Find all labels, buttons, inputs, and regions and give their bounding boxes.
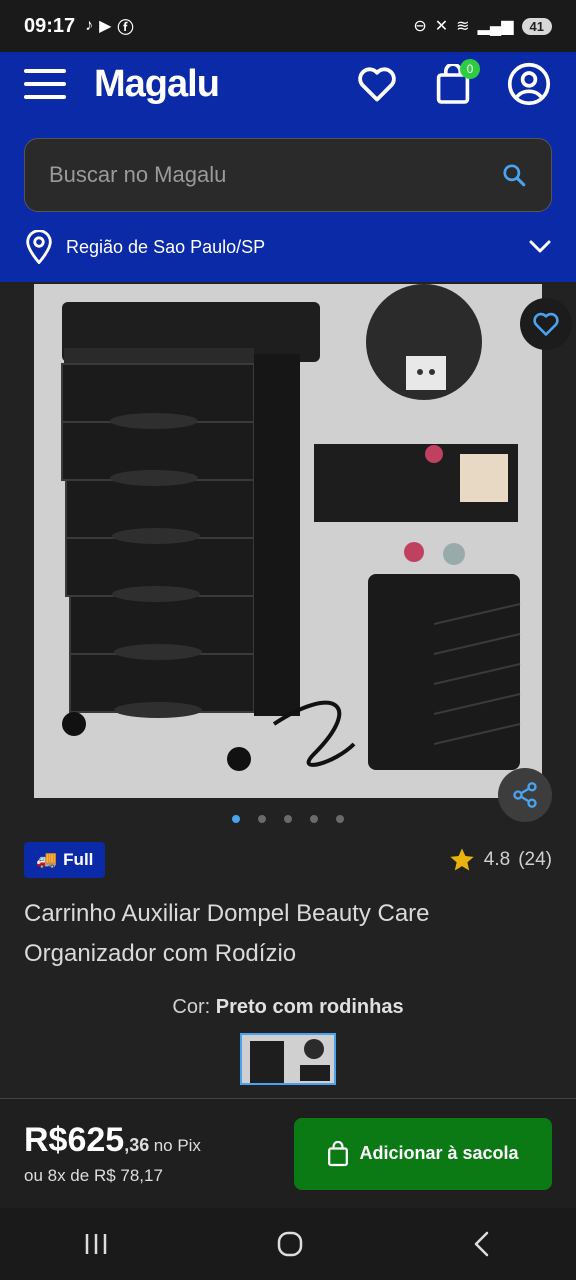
region-selector[interactable]: Região de Sao Paulo/SP [24,212,552,282]
facebook-icon: ⓕ [117,20,134,37]
gallery-pagination [0,804,576,834]
color-value: Preto com rodinhas [215,996,404,1018]
dnd-icon: ⊖ [413,18,427,35]
share-icon[interactable] [498,768,552,822]
system-nav-bar [0,1208,576,1280]
star-icon [450,848,474,871]
status-time: 09:17 [24,14,76,37]
search-input[interactable]: Buscar no Magalu [24,138,552,212]
status-bar: 09:17 ♪ ▶ ⓕ ⊖ ✕ ≋ ▂▄▆ 41 [0,0,576,52]
rating-value: 4.8 [483,849,511,870]
gallery-dot[interactable] [310,815,318,823]
wifi-icon: ≋ [456,18,470,35]
price-main: R$625 [24,1121,125,1159]
review-count: (24) [518,849,552,870]
home-icon[interactable] [276,1230,304,1258]
youtube-icon: ▶ [99,18,112,35]
back-icon[interactable] [471,1230,493,1258]
bag-icon[interactable]: 0 [430,59,480,107]
signal-icon: ▂▄▆ [477,18,514,35]
magalu-logo[interactable]: Magalu [94,63,324,106]
top-nav: Magalu 0 [24,52,552,116]
product-image[interactable] [34,284,542,798]
gallery-dot[interactable] [284,815,292,823]
menu-icon[interactable] [24,69,66,99]
full-badge-label: Full [63,850,94,869]
color-variant-thumbnail[interactable] [240,1033,336,1085]
product-title: Carrinho Auxiliar Dompel Beauty Care Org… [24,900,430,967]
gallery-dot[interactable] [258,815,266,823]
wishlist-heart-icon[interactable] [354,61,400,107]
truck-icon: 🚚 [36,850,58,869]
full-badge: 🚚 Full [24,842,106,878]
price-pix-label: no Pix [153,1136,201,1155]
chevron-down-icon[interactable] [528,239,552,255]
account-icon[interactable] [506,61,552,107]
price-block: R$625,36 no Pix ou 8x de R$ 78,17 [24,1121,201,1186]
location-pin-icon [26,230,52,264]
purchase-bar: R$625,36 no Pix ou 8x de R$ 78,17 Adicio… [0,1098,576,1208]
color-label: Cor: [172,996,211,1018]
header: Magalu 0 Buscar no Magalu Região de Sao … [0,52,576,282]
add-to-bag-button[interactable]: Adicionar à sacola [294,1117,552,1190]
battery-icon: 41 [521,17,552,35]
search-icon[interactable] [501,162,527,188]
gallery-dot[interactable] [232,815,240,823]
region-label: Região de Sao Paulo/SP [66,236,266,257]
favorite-heart-icon[interactable] [520,298,572,350]
installments: ou 8x de R$ 78,17 [24,1166,163,1185]
price-cents: ,36 [124,1135,150,1155]
product-info: 🚚 Full 4.8 (24) Carrinho Auxiliar Dompel… [0,842,576,1085]
bag-icon [328,1140,349,1166]
bag-count-badge: 0 [460,59,480,79]
color-selector-label: Cor: Preto com rodinhas [24,996,552,1019]
gallery-dot[interactable] [336,815,344,823]
product-gallery[interactable] [0,284,576,822]
search-placeholder: Buscar no Magalu [49,162,227,187]
add-to-bag-label: Adicionar à sacola [359,1143,519,1163]
rating[interactable]: 4.8 (24) [448,846,552,874]
mute-icon: ✕ [434,18,449,35]
tiktok-icon: ♪ [85,17,94,34]
recent-apps-icon[interactable] [83,1232,109,1256]
